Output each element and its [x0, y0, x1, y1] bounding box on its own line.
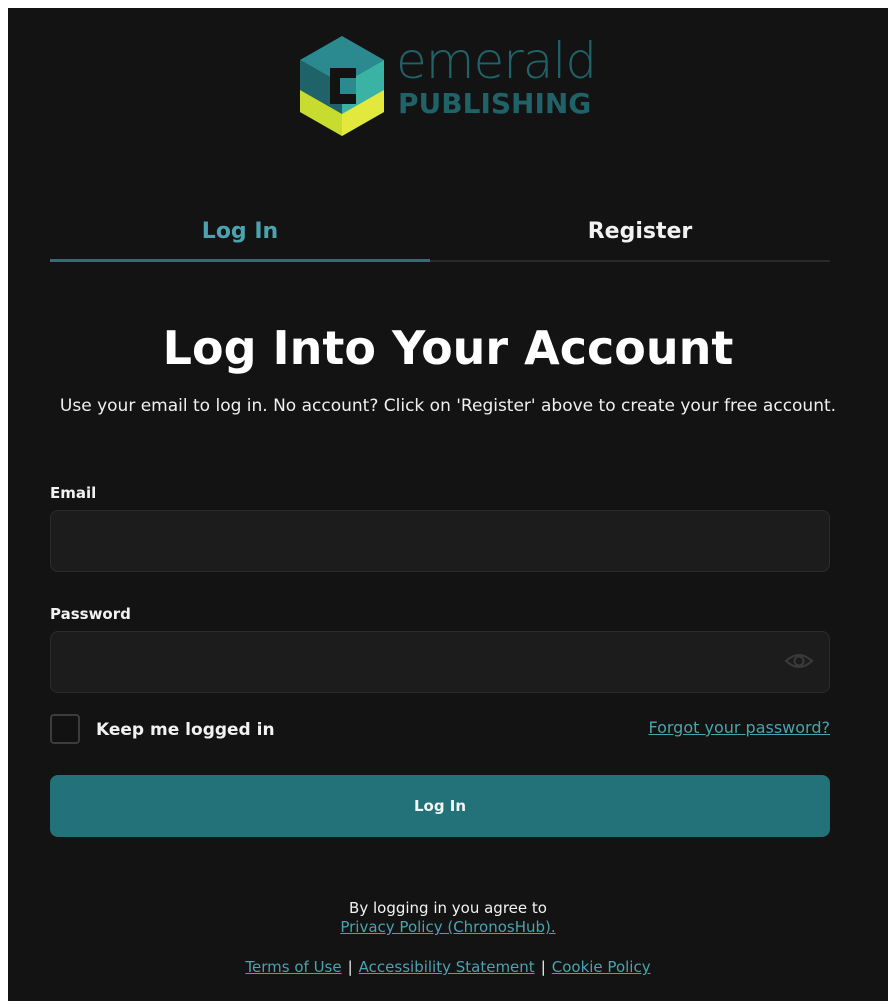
- emerald-cube-icon: [300, 36, 384, 136]
- footer-separator: |: [347, 958, 353, 976]
- page-title: Log Into Your Account: [162, 321, 734, 375]
- email-field[interactable]: [50, 510, 830, 572]
- brand-subtitle: PUBLISHING: [398, 87, 592, 120]
- keep-logged-in-label: Keep me logged in: [96, 720, 275, 740]
- password-field[interactable]: [50, 631, 830, 693]
- keep-logged-in-checkbox[interactable]: [50, 714, 80, 744]
- privacy-line: Privacy Policy (ChronosHub).: [8, 918, 888, 937]
- privacy-policy-link[interactable]: Privacy Policy (ChronosHub).: [340, 918, 555, 936]
- accessibility-statement-link[interactable]: Accessibility Statement: [359, 958, 535, 976]
- password-label: Password: [50, 605, 131, 623]
- agreement-text: By logging in you agree to: [349, 899, 547, 917]
- forgot-password-link[interactable]: Forgot your password?: [648, 717, 830, 739]
- terms-of-use-link[interactable]: Terms of Use: [245, 958, 341, 976]
- brand-wordmark: emerald: [396, 32, 597, 90]
- auth-tabs: Log In Register: [50, 212, 830, 262]
- cookie-policy-link[interactable]: Cookie Policy: [552, 958, 651, 976]
- email-label: Email: [50, 484, 97, 502]
- login-panel: emerald PUBLISHING Log In Register Log I…: [8, 8, 888, 1001]
- footer-separator: |: [540, 958, 546, 976]
- page-subtitle: Use your email to log in. No account? Cl…: [59, 396, 837, 416]
- footer-links: Terms of Use | Accessibility Statement | Coo…: [8, 957, 888, 977]
- tab-log-in[interactable]: Log In: [50, 212, 430, 262]
- emerald-publishing-logo: emerald PUBLISHING: [292, 32, 612, 144]
- log-in-button[interactable]: Log In: [50, 775, 830, 837]
- show-password-eye-icon[interactable]: [784, 649, 814, 673]
- tab-register[interactable]: Register: [450, 212, 830, 260]
